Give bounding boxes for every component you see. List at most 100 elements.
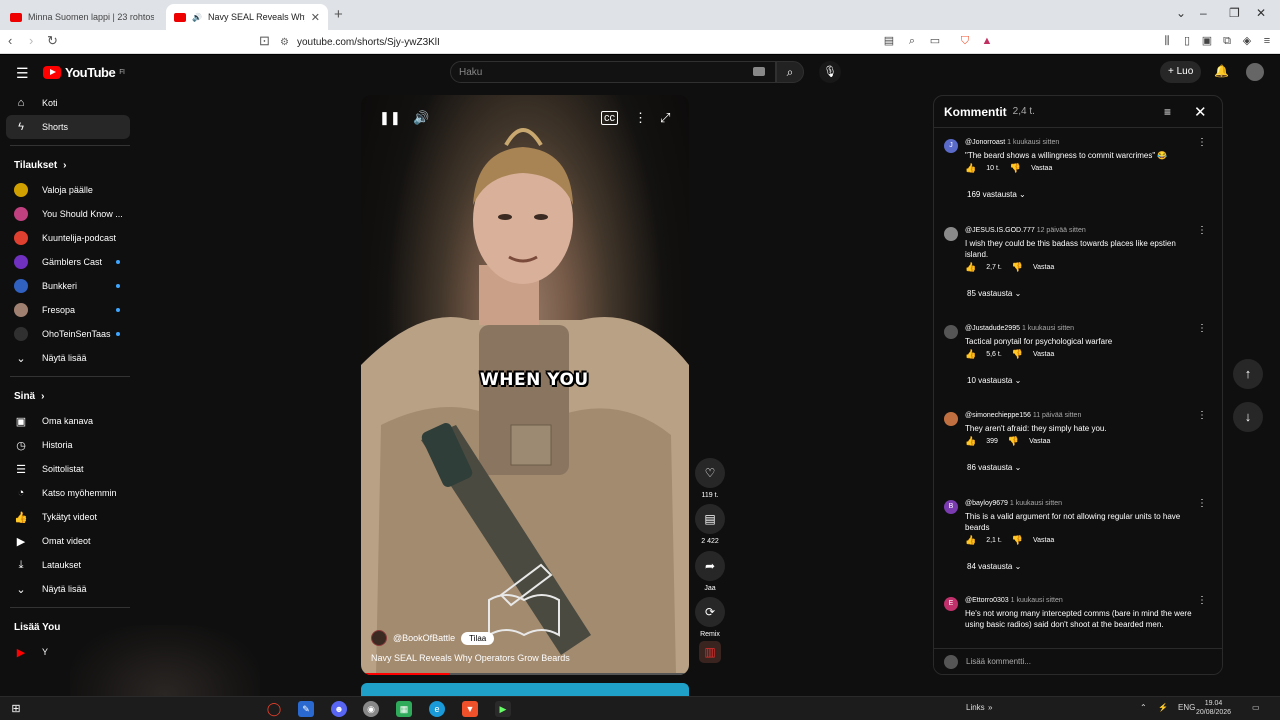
tray-chevron-icon[interactable]: ⌃ [1140, 703, 1147, 712]
view-replies-button[interactable]: 10 vastausta ⌄ [967, 376, 1021, 385]
comment-menu-icon[interactable]: ⋮ [1197, 323, 1207, 334]
search-button[interactable]: ⌕ [776, 61, 804, 83]
voice-search-button[interactable]: 🎙 [819, 61, 841, 83]
new-tab-button[interactable]: + [334, 6, 343, 23]
site-info-icon[interactable]: ⚙ [280, 37, 289, 48]
sidebar-you-item[interactable]: ☰ Soittolistat [0, 457, 140, 481]
browser-tab-active[interactable]: 🔊 Navy SEAL Reveals Why Oper ✕ [166, 4, 328, 30]
toolbar-expand-icon[interactable]: » [988, 703, 992, 712]
comment-avatar[interactable] [944, 227, 958, 241]
thumbs-down-icon[interactable]: 👎 [1012, 535, 1023, 546]
comment-avatar[interactable]: J [944, 139, 958, 153]
sidebar-subscription-item[interactable]: Bunkkeri [0, 274, 140, 298]
notifications-bell-icon[interactable]: 🔔 [1214, 64, 1229, 78]
translate-icon[interactable]: ▤ [882, 34, 896, 48]
sidebar-you-item[interactable]: ▣ Oma kanava [0, 409, 140, 433]
more-options-icon[interactable]: ⋮ [634, 110, 647, 126]
network-icon[interactable]: ⚡ [1158, 703, 1168, 712]
channel-avatar[interactable] [371, 630, 387, 646]
captions-button[interactable]: cc [601, 111, 618, 125]
start-button-icon[interactable]: ⊞ [8, 701, 24, 717]
sidebar-you-item[interactable]: ▶ Omat videot [0, 529, 140, 553]
obs-icon[interactable]: ◉ [363, 701, 379, 717]
comments-button[interactable]: ▤ [695, 504, 725, 534]
tab-search-icon[interactable]: ⌄ [1176, 6, 1186, 20]
extensions-icon[interactable]: ⧉ [1220, 34, 1234, 48]
notification-center-icon[interactable]: ▭ [1252, 703, 1260, 712]
close-window-button[interactable]: ✕ [1256, 6, 1266, 20]
comment-avatar[interactable]: B [944, 500, 958, 514]
sidebar-subscription-item[interactable]: Gämblers Cast [0, 250, 140, 274]
sidebar-you-item[interactable]: ⤓ Lataukset [0, 553, 140, 577]
thumbs-down-icon[interactable]: 👎 [1012, 262, 1023, 273]
sidebar-icon[interactable]: ▯ [1180, 34, 1194, 48]
thumbs-up-icon[interactable]: 👍 [965, 436, 976, 447]
comment-menu-icon[interactable]: ⋮ [1197, 498, 1207, 509]
avatar[interactable] [1246, 63, 1264, 81]
install-app-icon[interactable]: ▭ [928, 34, 942, 48]
sidebar-you-item[interactable]: ◷ Historia [0, 433, 140, 457]
restore-button[interactable]: ❐ [1229, 6, 1240, 20]
sidebar-you-item[interactable]: ◔ Katso myöhemmin [0, 481, 140, 505]
comment-author[interactable]: @simonechieppe156 [965, 412, 1031, 419]
volume-icon[interactable]: 🔊 [413, 110, 429, 126]
keyboard-icon[interactable] [753, 67, 765, 76]
reply-button[interactable]: Vastaa [1029, 438, 1050, 445]
pinned-app-icon[interactable]: ✎ [298, 701, 314, 717]
view-replies-button[interactable]: 169 vastausta ⌄ [967, 190, 1026, 199]
remix-button[interactable]: ⟳ [695, 597, 725, 627]
thumbs-up-icon[interactable]: 👍 [965, 349, 976, 360]
menu-icon[interactable]: ≡ [1260, 34, 1274, 48]
create-button[interactable]: + Luo [1160, 61, 1202, 83]
wallet-icon[interactable]: ▣ [1200, 34, 1214, 48]
comment-menu-icon[interactable]: ⋮ [1197, 137, 1207, 148]
youtube-logo[interactable]: YouTube FI [43, 65, 125, 80]
opera-icon[interactable]: ◯ [266, 701, 282, 717]
next-short-preview[interactable] [361, 683, 689, 696]
previous-short-button[interactable]: ↑ [1233, 359, 1263, 389]
shorts-video-player[interactable]: ❚❚ 🔊 cc ⋮ ⤢ WHEN YOU @BookOfBattle Tilaa… [361, 95, 689, 675]
sidebar-you-item[interactable]: ⌄ Näytä lisää [0, 577, 140, 601]
thumbs-up-icon[interactable]: 👍 [965, 262, 976, 273]
view-replies-button[interactable]: 85 vastausta ⌄ [967, 289, 1021, 298]
comment-author[interactable]: @Jonorroast [965, 139, 1005, 146]
sidebar-item-koti[interactable]: ⌂ Koti [0, 91, 140, 115]
comment-author[interactable]: @bayloy9679 [965, 500, 1008, 507]
subscribe-button[interactable]: Tilaa [461, 631, 495, 645]
add-comment-field[interactable]: Lisää kommentti... [934, 648, 1222, 674]
guide-menu-icon[interactable]: ☰ [16, 65, 29, 82]
comment-author[interactable]: @Justadude2995 [965, 325, 1020, 332]
clock[interactable]: 19.04 20/08/2026 [1196, 699, 1231, 717]
sidebar-item-shorts[interactable]: ϟ Shorts [6, 115, 130, 139]
fullscreen-icon[interactable]: ⤢ [660, 110, 670, 126]
sound-thumbnail[interactable]: ▥ [699, 641, 721, 663]
reply-button[interactable]: Vastaa [1031, 165, 1052, 172]
language-indicator[interactable]: ENG [1178, 703, 1195, 712]
comment-avatar[interactable]: E [944, 597, 958, 611]
links-toolbar-label[interactable]: Links [966, 703, 985, 712]
thumbs-up-icon[interactable]: 👍 [965, 535, 976, 546]
minimize-button[interactable]: – [1200, 6, 1207, 20]
back-button[interactable]: ‹ [8, 33, 12, 48]
search-input[interactable]: Haku [450, 61, 776, 83]
vpn-icon[interactable]: ◈ [1240, 34, 1254, 48]
close-tab-icon[interactable]: ✕ [311, 11, 320, 24]
comment-author[interactable]: @JESUS.IS.GOD.777 [965, 227, 1035, 234]
reload-button[interactable]: ↻ [47, 33, 58, 49]
next-short-button[interactable]: ↓ [1233, 402, 1263, 432]
sidebar-subscription-item[interactable]: Fresopa [0, 298, 140, 322]
library-icon[interactable]: ⫼ [1160, 34, 1174, 48]
close-icon[interactable]: ✕ [1194, 103, 1207, 121]
share-button[interactable]: ➦ [695, 551, 725, 581]
like-button[interactable]: ♡ [695, 458, 725, 488]
view-replies-button[interactable]: 84 vastausta ⌄ [967, 562, 1021, 571]
brave-rewards-icon[interactable]: ▲ [980, 34, 994, 48]
sidebar-subscription-item[interactable]: OhoTeinSenTaas [0, 322, 140, 346]
you-header[interactable]: Sinä › [0, 383, 140, 409]
comment-menu-icon[interactable]: ⋮ [1197, 410, 1207, 421]
subscriptions-header[interactable]: Tilaukset › [0, 152, 140, 178]
comment-avatar[interactable] [944, 412, 958, 426]
edge-icon[interactable]: e [429, 701, 445, 717]
zoom-icon[interactable]: ⌕ [905, 34, 919, 48]
thumbs-up-icon[interactable]: 👍 [965, 163, 976, 174]
